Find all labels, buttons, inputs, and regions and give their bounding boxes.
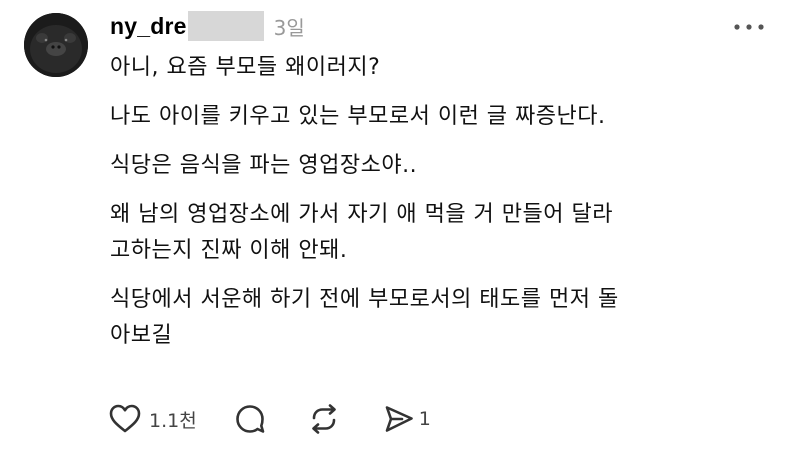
post-paragraph: 나도 아이를 키우고 있는 부모로서 이런 글 짜증난다.: [110, 104, 606, 129]
more-dots-icon: [734, 24, 764, 30]
post-paragraph: 왜 남의 영업장소에 가서 자기 애 먹을 거 만들어 달라 고하는지 진짜 이…: [110, 202, 613, 263]
share-count: 1: [418, 408, 431, 430]
post-paragraph: 식당은 음식을 파는 영업장소야..: [110, 153, 418, 178]
repost-button[interactable]: [307, 402, 348, 436]
post-timestamp[interactable]: 3일: [274, 12, 305, 41]
username-link[interactable]: ny_dre: [110, 13, 187, 40]
post-header: ny_dre 3일: [110, 10, 305, 42]
more-options-button[interactable]: [732, 14, 766, 38]
send-icon: [385, 406, 413, 432]
repost-arrows-icon: [311, 404, 336, 434]
avatar[interactable]: [24, 13, 88, 77]
avatar-image: [24, 13, 88, 77]
post-paragraph: 아니, 요즘 부모들 왜이러지?: [110, 55, 381, 80]
like-count: 1.1천: [149, 409, 197, 432]
heart-icon: [109, 404, 141, 433]
like-button[interactable]: 1.1천: [108, 403, 197, 435]
post-body: 아니, 요즘 부모들 왜이러지? 나도 아이를 키우고 있는 부모로서 이런 글…: [110, 50, 770, 367]
comment-button[interactable]: [233, 402, 267, 436]
post-actions-bar: 1.1천 1: [108, 398, 431, 440]
post-paragraph: 식당에서 서운해 하기 전에 부모로서의 태도를 먼저 돌 아보길: [110, 287, 619, 348]
share-button[interactable]: 1: [382, 402, 431, 436]
redacted-name-block: [187, 11, 264, 41]
comment-bubble-icon: [235, 405, 265, 433]
